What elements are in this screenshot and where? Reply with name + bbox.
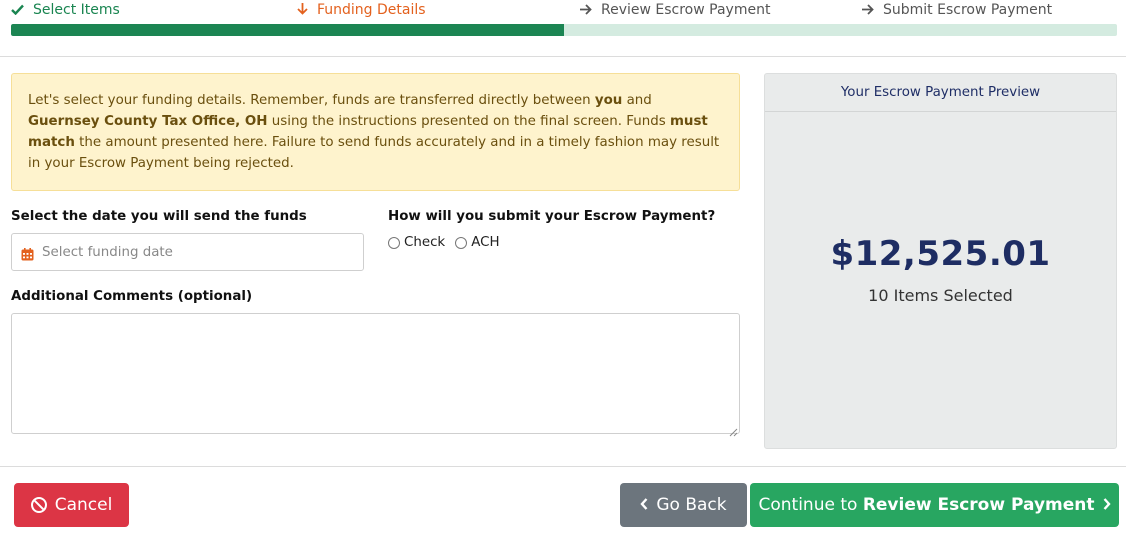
funding-date-input[interactable] (42, 244, 342, 260)
go-back-button[interactable]: Go Back (620, 483, 747, 527)
payee-name: Guernsey County Tax Office, OH (28, 114, 268, 129)
step-submit-escrow-payment: Submit Escrow Payment (861, 2, 1052, 18)
alert-bold-text: you (594, 93, 623, 108)
calendar-icon (21, 246, 34, 260)
chevron-left-icon (640, 495, 648, 515)
step-review-escrow-payment: Review Escrow Payment (579, 2, 770, 18)
check-icon (11, 3, 24, 18)
arrow-right-icon (861, 3, 874, 18)
alert-text: Let's select your funding details. Remem… (28, 93, 595, 108)
chevron-right-icon (1103, 495, 1111, 515)
step-label: Funding Details (317, 2, 426, 18)
cancel-button[interactable]: Cancel (14, 483, 129, 527)
radio-label: ACH (471, 235, 500, 250)
arrow-right-icon (579, 3, 592, 18)
items-selected-count: 10 Items Selected (868, 286, 1013, 305)
radio-option-check[interactable]: Check (388, 235, 445, 250)
step-label: Review Escrow Payment (601, 2, 771, 18)
payment-method-radio-group: Check ACH (388, 235, 510, 250)
radio-label: Check (404, 235, 446, 250)
button-label: Continue to Review Escrow Payment (758, 495, 1094, 515)
preview-amount: $12,525.01 (830, 234, 1051, 274)
funding-date-label: Select the date you will send the funds (11, 209, 307, 224)
step-label: Submit Escrow Payment (883, 2, 1053, 18)
funding-info-alert: Let's select your funding details. Remem… (11, 73, 740, 191)
alert-text: and (622, 93, 652, 108)
resize-handle-icon[interactable] (728, 422, 738, 437)
preview-title: Your Escrow Payment Preview (765, 74, 1116, 112)
payment-method-label: How will you submit your Escrow Payment? (388, 209, 716, 224)
continue-button[interactable]: Continue to Review Escrow Payment (750, 483, 1119, 527)
button-label-bold: Review Escrow Payment (862, 495, 1095, 515)
alert-text: using the instructions presented on the … (267, 114, 670, 129)
comments-label: Additional Comments (optional) (11, 289, 253, 304)
ach-radio[interactable] (455, 236, 468, 249)
step-select-items: Select Items (11, 2, 120, 18)
progress-bar-fill (11, 24, 564, 36)
progress-stepper: Select Items Funding Details Review Escr… (11, 0, 1117, 36)
progress-bar (11, 24, 1117, 36)
step-funding-details: Funding Details (297, 2, 426, 18)
alert-text: the amount presented here. Failure to se… (28, 135, 720, 171)
divider (0, 56, 1126, 57)
button-label-prefix: Continue to (758, 495, 863, 515)
divider (0, 466, 1126, 467)
button-label: Cancel (54, 495, 113, 515)
ban-icon (30, 497, 47, 513)
button-label: Go Back (656, 495, 727, 515)
arrow-down-icon (297, 2, 308, 18)
comments-textarea[interactable] (11, 313, 740, 434)
funding-date-field[interactable] (11, 233, 364, 271)
check-radio[interactable] (388, 236, 400, 249)
escrow-payment-preview: Your Escrow Payment Preview $12,525.01 1… (764, 73, 1117, 449)
radio-option-ach[interactable]: ACH (455, 235, 500, 250)
step-label: Select Items (33, 2, 120, 18)
